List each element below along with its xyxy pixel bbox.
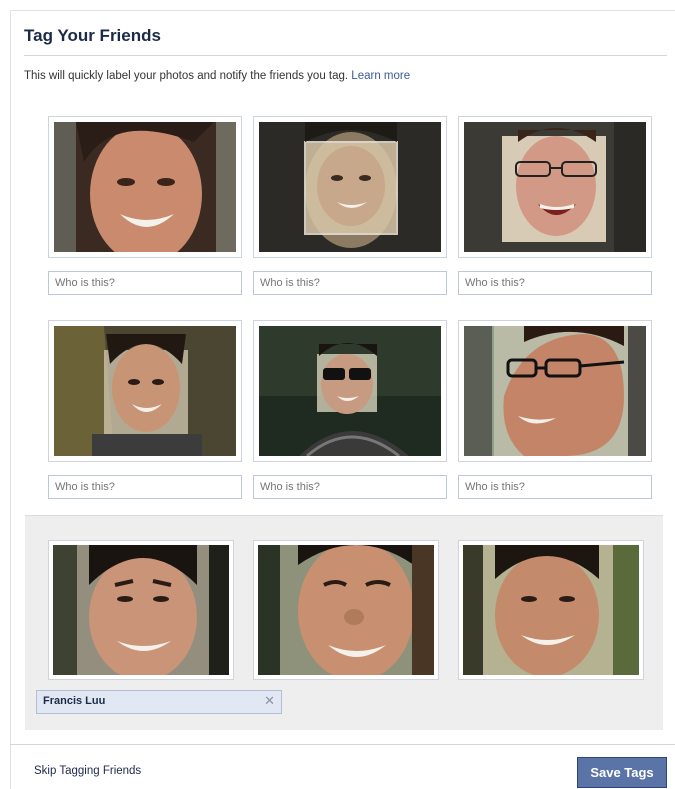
who-is-this-input-4[interactable]	[48, 475, 242, 499]
who-is-this-input-2[interactable]	[253, 271, 447, 295]
tag-name: Francis Luu	[43, 695, 106, 707]
tag-token: Francis Luu ✕	[36, 690, 282, 714]
who-is-this-input-5[interactable]	[253, 475, 447, 499]
face-photo-3[interactable]	[458, 116, 652, 258]
skip-tagging-link[interactable]: Skip Tagging Friends	[34, 765, 141, 777]
group-photo-1[interactable]	[48, 540, 234, 680]
save-tags-button[interactable]: Save Tags	[577, 757, 667, 788]
dialog-title: Tag Your Friends	[24, 26, 161, 45]
face-photo-4[interactable]	[48, 320, 242, 462]
learn-more-link[interactable]: Learn more	[351, 70, 410, 82]
title-divider	[24, 55, 667, 56]
remove-tag-icon[interactable]: ✕	[264, 693, 275, 709]
face-photo-6[interactable]	[458, 320, 652, 462]
face-photo-2[interactable]	[253, 116, 447, 258]
who-is-this-input-1[interactable]	[48, 271, 242, 295]
dialog-subtitle: This will quickly label your photos and …	[24, 70, 410, 82]
face-photo-5[interactable]	[253, 320, 447, 462]
group-photo-3[interactable]	[458, 540, 644, 680]
group-photo-2[interactable]	[253, 540, 439, 680]
who-is-this-input-3[interactable]	[458, 271, 652, 295]
footer-divider	[10, 744, 675, 745]
who-is-this-input-6[interactable]	[458, 475, 652, 499]
subtitle-text: This will quickly label your photos and …	[24, 70, 349, 82]
face-photo-1[interactable]	[48, 116, 242, 258]
